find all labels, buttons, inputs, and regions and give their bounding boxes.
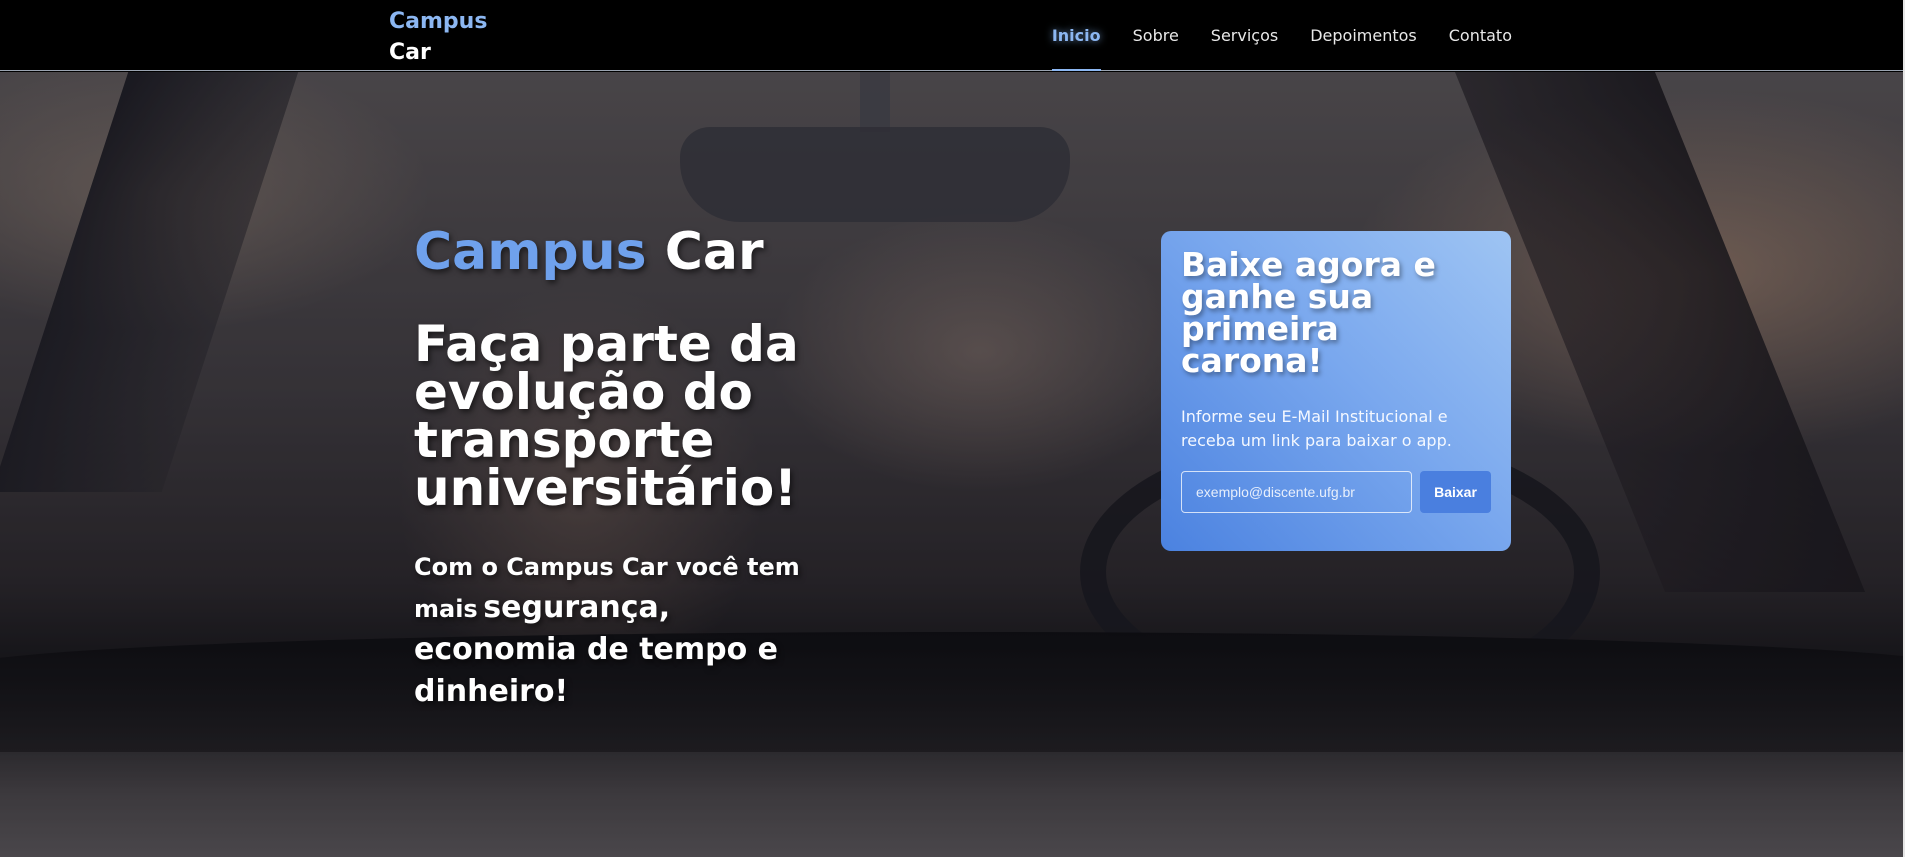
hero-brand-part-2: Car [664, 222, 764, 282]
email-input[interactable] [1181, 471, 1412, 513]
hero-brand-part-1: Campus [414, 222, 647, 282]
navbar: Campus Car Inicio Sobre Serviços Depoime… [0, 0, 1905, 71]
nav-link-depoimentos[interactable]: Depoimentos [1310, 0, 1417, 71]
hero-brand-title: Campus Car [414, 222, 834, 282]
brand-line-1: Campus [389, 9, 488, 34]
hero-overlay [0, 72, 1905, 857]
brand-line-2: Car [389, 40, 431, 65]
hero-headline: Faça parte da evolução do transporte uni… [414, 315, 799, 517]
nav-link-sobre[interactable]: Sobre [1133, 0, 1179, 71]
hero-subheadline: Com o Campus Car você tem mais segurança… [414, 548, 814, 715]
brand-logo[interactable]: Campus Car [389, 6, 487, 68]
hero-text: Campus Car Faça parte da evolução do tra… [414, 222, 834, 715]
nav-menu: Inicio Sobre Serviços Depoimentos Contat… [1051, 0, 1512, 71]
email-form: Baixar [1181, 471, 1491, 513]
download-button[interactable]: Baixar [1420, 471, 1491, 513]
nav-link-inicio[interactable]: Inicio [1051, 0, 1101, 71]
download-card-title: Baixe agora e ganhe sua primeira carona! [1181, 245, 1436, 380]
download-card-description: Informe seu E-Mail Institucional e receb… [1181, 407, 1452, 450]
hero-section: Campus Car Faça parte da evolução do tra… [0, 72, 1905, 857]
nav-link-contato[interactable]: Contato [1449, 0, 1512, 71]
nav-link-servicos[interactable]: Serviços [1211, 0, 1278, 71]
download-card: Baixe agora e ganhe sua primeira carona!… [1161, 231, 1511, 551]
